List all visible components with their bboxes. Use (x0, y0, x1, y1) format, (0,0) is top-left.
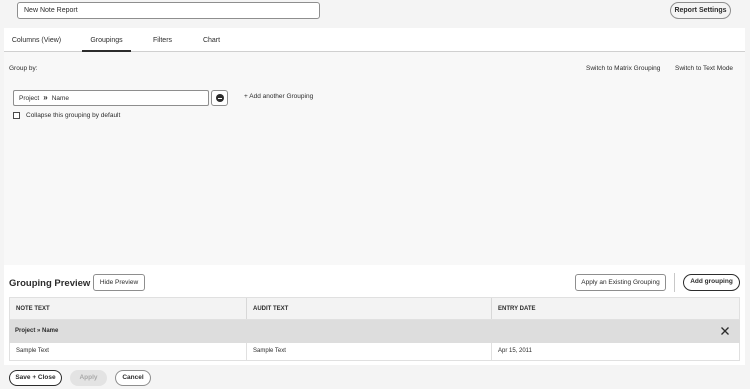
column-header-note-text[interactable]: NOTE TEXT (10, 298, 247, 319)
table-cell: Sample Text (247, 343, 492, 360)
group-by-label: Group by: (9, 65, 38, 72)
remove-grouping-button[interactable] (211, 90, 228, 106)
minus-circle-icon (216, 94, 224, 102)
report-name-input[interactable] (17, 2, 320, 19)
tab-bar: Columns (View) Groupings Filters Chart (4, 28, 745, 52)
apply-existing-grouping-button[interactable]: Apply an Existing Grouping (575, 274, 666, 291)
report-header: Report Settings (0, 0, 750, 28)
groupings-panel: Columns (View) Groupings Filters Chart G… (4, 28, 745, 265)
apply-button: Apply (70, 370, 107, 386)
group-row: Project » Name (9, 320, 740, 343)
grouping-separator: » (43, 93, 48, 102)
group-row-label: Project » Name (15, 328, 59, 334)
table-header: NOTE TEXT AUDIT TEXT ENTRY DATE (9, 297, 740, 320)
grouping-preview-title: Grouping Preview (9, 278, 91, 289)
add-grouping-button[interactable]: Add grouping (683, 274, 740, 291)
collapse-grouping-checkbox[interactable] (13, 112, 20, 119)
report-settings-button[interactable]: Report Settings (670, 2, 731, 19)
grouping-field-part2: Name (51, 95, 70, 102)
table-cell: Apr 15, 2011 (498, 348, 532, 354)
tab-groupings[interactable]: Groupings (82, 28, 131, 52)
collapse-grouping-label: Collapse this grouping by default (26, 112, 121, 119)
hide-preview-button[interactable]: Hide Preview (93, 274, 145, 291)
grouping-field[interactable]: Project» Name (13, 90, 209, 106)
cancel-button[interactable]: Cancel (115, 370, 151, 386)
grouping-preview: Grouping Preview Hide Preview Apply an E… (4, 265, 745, 365)
toolbar-divider (674, 273, 675, 292)
table-cell: Sample Text (10, 343, 247, 360)
switch-text-mode-link[interactable]: Switch to Text Mode (675, 65, 733, 72)
table-row: Sample Text Sample Text Apr 15, 2011 (9, 343, 740, 361)
switch-matrix-grouping-link[interactable]: Switch to Matrix Grouping (586, 65, 660, 72)
add-another-grouping-link[interactable]: + Add another Grouping (244, 93, 313, 100)
column-header-entry-date[interactable]: ENTRY DATE (492, 298, 739, 319)
footer-bar: Save + Close Apply Cancel (0, 365, 750, 389)
grouping-field-part1: Project (19, 95, 40, 102)
tab-chart[interactable]: Chart (200, 28, 223, 52)
close-icon[interactable] (720, 326, 730, 336)
tab-columns-view[interactable]: Columns (View) (10, 28, 63, 52)
tab-filters[interactable]: Filters (150, 28, 175, 52)
column-header-audit-text[interactable]: AUDIT TEXT (247, 298, 492, 319)
save-close-button[interactable]: Save + Close (9, 370, 62, 386)
